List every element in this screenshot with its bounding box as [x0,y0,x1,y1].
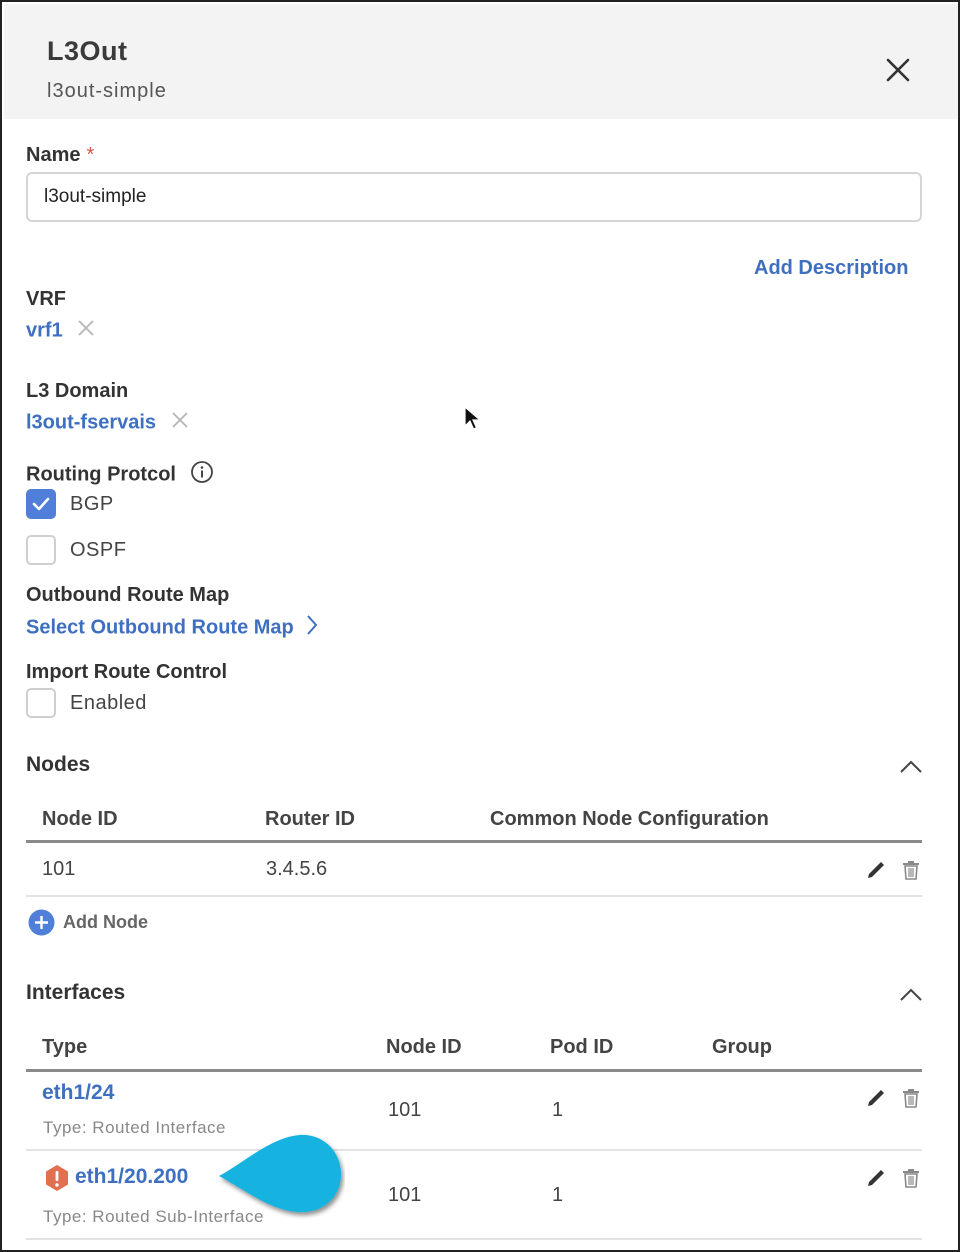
interfaces-col-group: Group [712,1036,772,1058]
vrf-link[interactable]: vrf1 [26,319,63,341]
add-description-link[interactable]: Add Description [754,257,908,280]
select-outbound-route-map-text: Select Outbound Route Map [26,616,294,639]
vrf-value: vrf1 [26,318,96,344]
pencil-icon[interactable] [865,859,887,881]
ospf-checkbox[interactable] [26,535,56,565]
trash-icon[interactable] [900,1167,922,1189]
routing-protocol-text: Routing Protcol [26,463,176,486]
interface-node-id: 101 [388,1184,422,1206]
row-divider [26,895,922,897]
trash-icon[interactable] [900,1087,922,1109]
row-divider [26,1238,922,1240]
add-node-label: Add Node [63,912,148,932]
routing-protocol-label: Routing Protcol [26,460,214,490]
nodes-col-router-id: Router ID [265,808,355,830]
node-id-cell: 101 [42,858,76,880]
ospf-label: OSPF [70,539,127,561]
vrf-label: VRF [26,288,66,310]
nodes-col-common-config: Common Node Configuration [490,808,769,830]
interface-link[interactable]: eth1/20.200 [75,1165,188,1189]
interface-node-id: 101 [388,1099,422,1121]
info-icon[interactable] [190,460,214,490]
name-label: Name * [26,144,94,167]
check-icon [32,497,50,511]
interface-type: Type: Routed Interface [43,1118,226,1137]
l3domain-label: L3 Domain [26,380,129,402]
l3domain-value: l3out-fservais [26,410,190,436]
nodes-section-title: Nodes [26,753,91,776]
panel-subtitle: l3out-simple [47,80,167,102]
plus-circle-icon [28,909,55,936]
outbound-route-map-label: Outbound Route Map [26,584,230,606]
interface-link[interactable]: eth1/24 [42,1081,114,1105]
cursor-icon [464,405,482,432]
bgp-checkbox[interactable] [26,489,56,519]
import-route-control-label: Import Route Control [26,661,228,683]
interfaces-col-node-id: Node ID [386,1036,462,1058]
import-enabled-label: Enabled [70,692,147,714]
name-label-text: Name [26,144,81,166]
x-icon[interactable] [76,318,96,344]
l3domain-link[interactable]: l3out-fservais [26,411,156,433]
bgp-label: BGP [70,493,114,515]
panel-header: L3Out l3out-simple [4,4,958,119]
interface-pod-id: 1 [552,1184,564,1206]
interfaces-col-pod-id: Pod ID [550,1036,614,1058]
interface-pod-id: 1 [552,1099,564,1121]
row-divider [26,1149,922,1151]
chevron-right-icon [305,614,319,642]
callout-pointer-icon [215,1132,345,1222]
interfaces-col-type: Type [42,1036,88,1058]
pencil-icon[interactable] [865,1167,887,1189]
warning-icon [44,1164,70,1192]
router-id-cell: 3.4.5.6 [266,858,328,880]
trash-icon[interactable] [900,859,922,881]
import-enabled-checkbox[interactable] [26,688,56,718]
chevron-up-icon[interactable] [898,757,924,775]
panel-title: L3Out [47,36,128,66]
interfaces-header-divider [26,1069,922,1072]
chevron-up-icon[interactable] [898,985,924,1003]
nodes-col-node-id: Node ID [42,808,118,830]
name-input[interactable] [26,172,922,222]
l3out-panel: L3Out l3out-simple Name* Add Description… [0,0,960,1252]
select-outbound-route-map[interactable]: Select Outbound Route Map [26,614,319,642]
interfaces-section-title: Interfaces [26,981,126,1004]
close-icon[interactable] [880,52,916,88]
pencil-icon[interactable] [865,1087,887,1109]
required-marker: * [86,144,95,166]
nodes-header-divider [26,840,922,843]
x-icon[interactable] [170,410,190,436]
